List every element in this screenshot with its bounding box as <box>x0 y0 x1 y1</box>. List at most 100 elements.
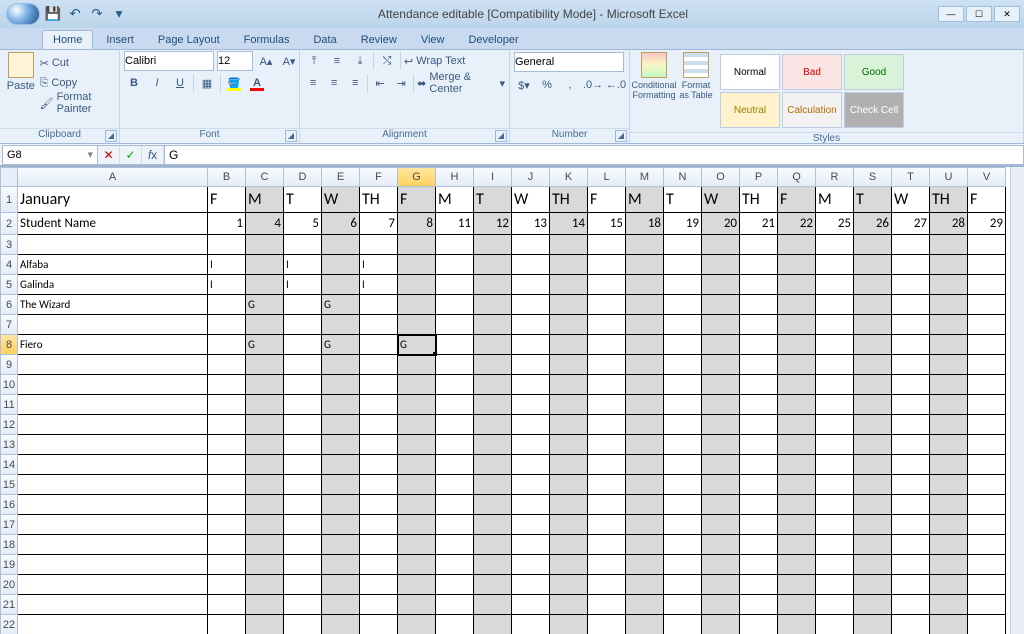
currency-button[interactable]: $▾ <box>514 75 534 95</box>
cell-S19[interactable] <box>854 555 892 575</box>
column-header-S[interactable]: S <box>854 167 892 187</box>
cell-F5[interactable]: I <box>360 275 398 295</box>
cell-styles-gallery[interactable]: Normal Neutral Bad Calculation Good Chec… <box>718 52 906 130</box>
cell-M16[interactable] <box>626 495 664 515</box>
cell-U21[interactable] <box>930 595 968 615</box>
cell-C1[interactable]: M <box>246 187 284 213</box>
cell-B12[interactable] <box>208 415 246 435</box>
cell-G6[interactable] <box>398 295 436 315</box>
cell-O22[interactable] <box>702 615 740 634</box>
row-header-9[interactable]: 9 <box>0 355 18 375</box>
cell-U15[interactable] <box>930 475 968 495</box>
cell-T14[interactable] <box>892 455 930 475</box>
cell-R21[interactable] <box>816 595 854 615</box>
tab-data[interactable]: Data <box>302 30 347 49</box>
font-dialog-launcher[interactable]: ◢ <box>285 130 297 142</box>
row-header-15[interactable]: 15 <box>0 475 18 495</box>
cell-I16[interactable] <box>474 495 512 515</box>
cell-E10[interactable] <box>322 375 360 395</box>
column-header-K[interactable]: K <box>550 167 588 187</box>
cell-U19[interactable] <box>930 555 968 575</box>
cell-I9[interactable] <box>474 355 512 375</box>
cell-C14[interactable] <box>246 455 284 475</box>
align-left-button[interactable]: ≡ <box>304 73 322 93</box>
cell-I4[interactable] <box>474 255 512 275</box>
cell-E18[interactable] <box>322 535 360 555</box>
cell-C8[interactable]: G <box>246 335 284 355</box>
cell-T3[interactable] <box>892 235 930 255</box>
cell-M15[interactable] <box>626 475 664 495</box>
cell-H15[interactable] <box>436 475 474 495</box>
cell-D18[interactable] <box>284 535 322 555</box>
cell-N1[interactable]: T <box>664 187 702 213</box>
cell-P16[interactable] <box>740 495 778 515</box>
cell-S10[interactable] <box>854 375 892 395</box>
cell-E21[interactable] <box>322 595 360 615</box>
cell-B18[interactable] <box>208 535 246 555</box>
tab-insert[interactable]: Insert <box>95 30 145 49</box>
cell-F21[interactable] <box>360 595 398 615</box>
cell-N3[interactable] <box>664 235 702 255</box>
cell-B8[interactable] <box>208 335 246 355</box>
cell-P15[interactable] <box>740 475 778 495</box>
cell-K12[interactable] <box>550 415 588 435</box>
cell-C22[interactable] <box>246 615 284 634</box>
cell-E11[interactable] <box>322 395 360 415</box>
number-format-select[interactable] <box>514 52 624 72</box>
cell-B19[interactable] <box>208 555 246 575</box>
cell-P17[interactable] <box>740 515 778 535</box>
cell-G11[interactable] <box>398 395 436 415</box>
cell-K1[interactable]: TH <box>550 187 588 213</box>
cell-T6[interactable] <box>892 295 930 315</box>
alignment-dialog-launcher[interactable]: ◢ <box>495 130 507 142</box>
cell-C9[interactable] <box>246 355 284 375</box>
cell-I6[interactable] <box>474 295 512 315</box>
cell-S8[interactable] <box>854 335 892 355</box>
cut-button[interactable]: ✂Cut <box>40 54 115 72</box>
cell-S12[interactable] <box>854 415 892 435</box>
cell-V7[interactable] <box>968 315 1006 335</box>
cell-N15[interactable] <box>664 475 702 495</box>
cell-Q10[interactable] <box>778 375 816 395</box>
cell-T19[interactable] <box>892 555 930 575</box>
cell-Q13[interactable] <box>778 435 816 455</box>
cell-B20[interactable] <box>208 575 246 595</box>
cells[interactable]: JanuaryFMTWTHFMTWTHFMTWTHFMTWTHFStudent … <box>18 187 1006 634</box>
cell-M12[interactable] <box>626 415 664 435</box>
cell-T20[interactable] <box>892 575 930 595</box>
cell-G8[interactable]: G <box>398 335 436 355</box>
cell-J7[interactable] <box>512 315 550 335</box>
cell-D13[interactable] <box>284 435 322 455</box>
cell-H6[interactable] <box>436 295 474 315</box>
cell-A3[interactable] <box>18 235 208 255</box>
cell-C4[interactable] <box>246 255 284 275</box>
cell-V4[interactable] <box>968 255 1006 275</box>
column-header-U[interactable]: U <box>930 167 968 187</box>
cell-F8[interactable] <box>360 335 398 355</box>
cell-V12[interactable] <box>968 415 1006 435</box>
cell-F20[interactable] <box>360 575 398 595</box>
cell-R9[interactable] <box>816 355 854 375</box>
cell-C21[interactable] <box>246 595 284 615</box>
copy-button[interactable]: ⎘Copy <box>40 74 115 92</box>
cell-J8[interactable] <box>512 335 550 355</box>
cell-L17[interactable] <box>588 515 626 535</box>
cell-U17[interactable] <box>930 515 968 535</box>
cell-D2[interactable]: 5 <box>284 213 322 235</box>
cell-V19[interactable] <box>968 555 1006 575</box>
cell-V13[interactable] <box>968 435 1006 455</box>
cell-P6[interactable] <box>740 295 778 315</box>
italic-button[interactable]: I <box>147 73 167 93</box>
cell-B2[interactable]: 1 <box>208 213 246 235</box>
save-button[interactable]: 💾 <box>44 5 62 23</box>
cell-P9[interactable] <box>740 355 778 375</box>
cell-G16[interactable] <box>398 495 436 515</box>
column-header-J[interactable]: J <box>512 167 550 187</box>
cell-T10[interactable] <box>892 375 930 395</box>
column-header-M[interactable]: M <box>626 167 664 187</box>
cell-R11[interactable] <box>816 395 854 415</box>
increase-indent-button[interactable]: ⇥ <box>392 73 410 93</box>
cell-O18[interactable] <box>702 535 740 555</box>
cell-R10[interactable] <box>816 375 854 395</box>
cell-L5[interactable] <box>588 275 626 295</box>
